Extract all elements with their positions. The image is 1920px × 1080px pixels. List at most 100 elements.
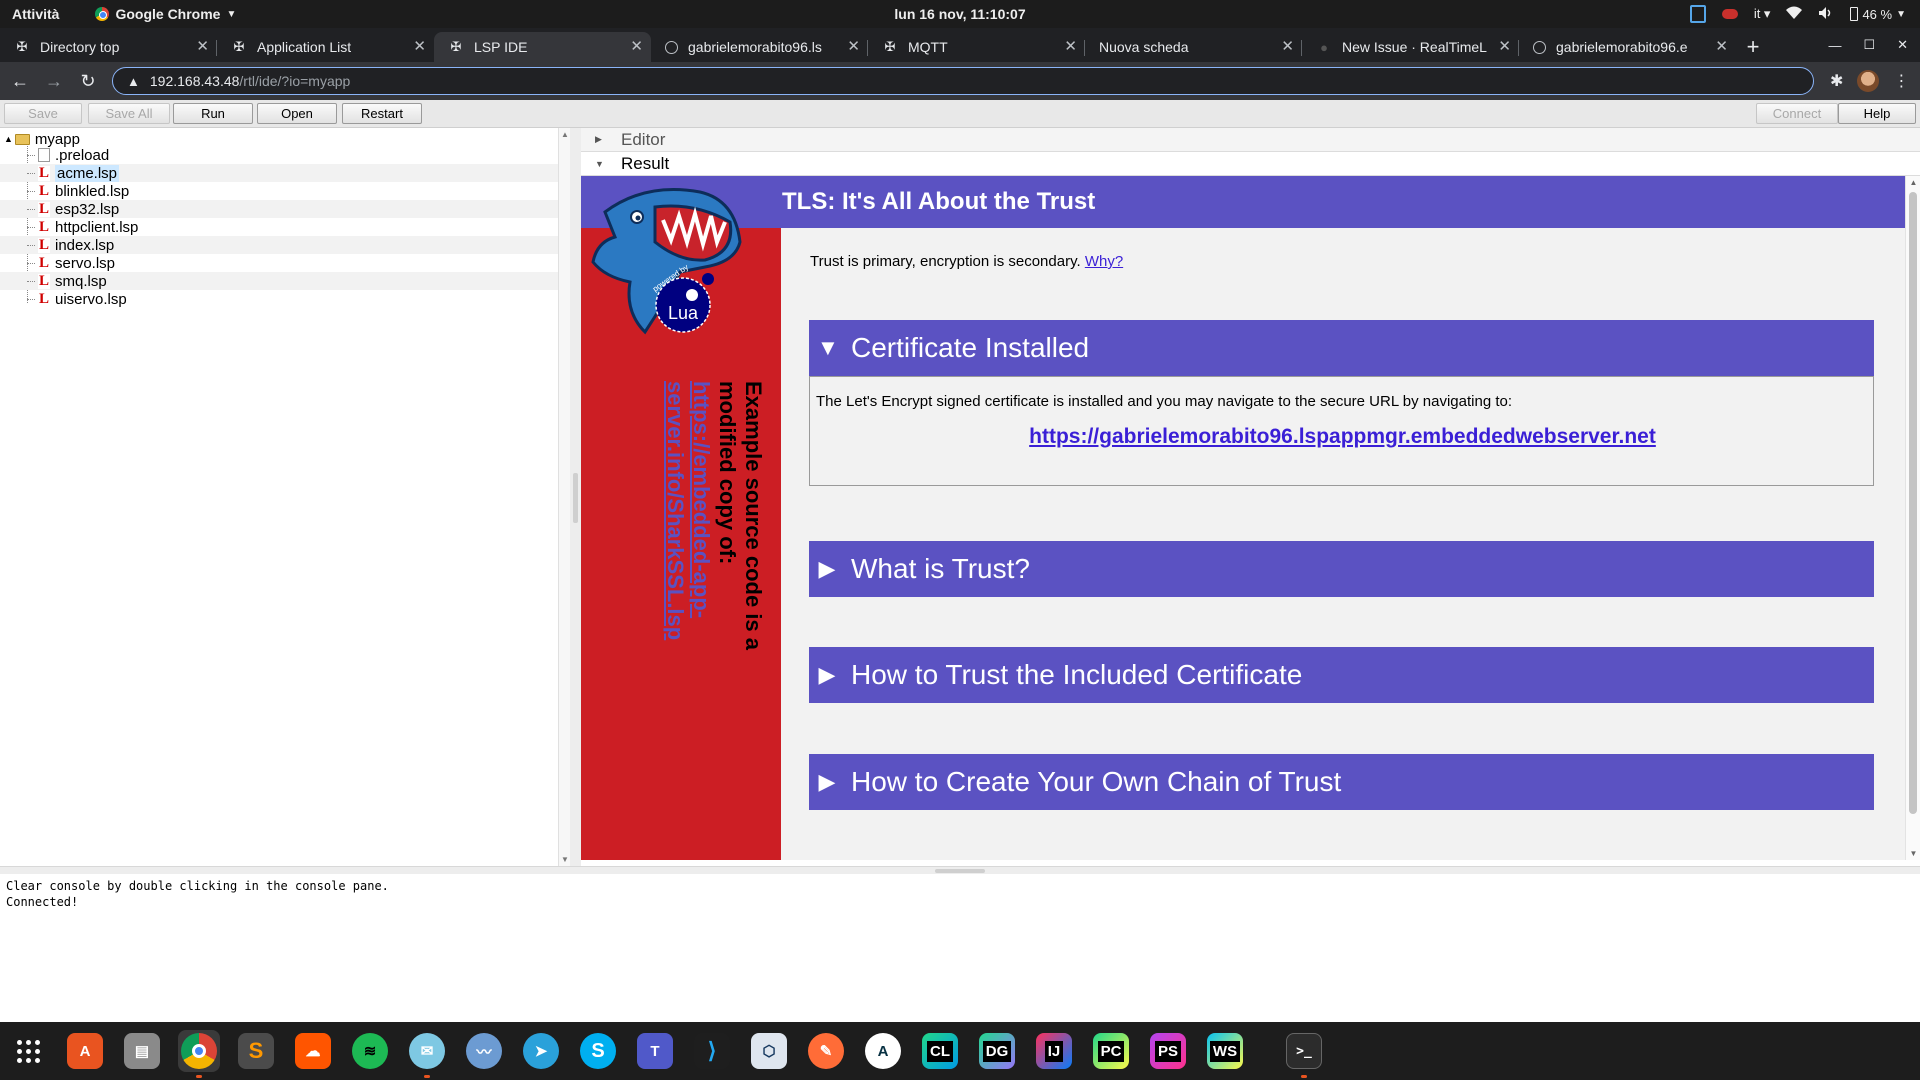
horizontal-splitter[interactable] bbox=[0, 866, 1920, 874]
dock-mustache[interactable]: 〰 bbox=[463, 1030, 505, 1072]
not-secure-icon[interactable]: ▲ bbox=[127, 74, 140, 89]
close-icon[interactable]: ✕ bbox=[1064, 37, 1077, 55]
battery-indicator[interactable]: 46 % ▼ bbox=[1850, 7, 1906, 22]
show-apps-button[interactable] bbox=[7, 1030, 49, 1072]
tab-new-issue[interactable]: ● New Issue · RealTimeL ✕ bbox=[1302, 32, 1519, 62]
tab-strip: ✠ Directory top ✕ ✠ Application List ✕ ✠… bbox=[0, 28, 1920, 62]
dock-android-studio[interactable]: A bbox=[862, 1030, 904, 1072]
dock-webstorm[interactable]: WS bbox=[1204, 1030, 1246, 1072]
tree-scrollbar[interactable]: ▲ ▼ bbox=[558, 128, 570, 866]
save-button[interactable]: Save bbox=[4, 103, 82, 124]
dock-software-center[interactable]: A bbox=[64, 1030, 106, 1072]
wifi-icon[interactable] bbox=[1786, 6, 1803, 23]
back-icon[interactable]: ← bbox=[6, 67, 34, 95]
scroll-down-icon[interactable]: ▼ bbox=[1908, 849, 1919, 858]
section-create-chain-of-trust[interactable]: ▶ How to Create Your Own Chain of Trust bbox=[809, 754, 1874, 810]
run-button[interactable]: Run bbox=[173, 103, 253, 124]
tree-item-httpclient-lsp[interactable]: L httpclient.lsp bbox=[38, 218, 138, 236]
dock-chrome[interactable] bbox=[178, 1030, 220, 1078]
dock: A ▤ S ☁ ≋ ✉ 〰 ➤ S T ⟩ ⬡ ✎ A CL DG IJ PC … bbox=[0, 1022, 1920, 1080]
result-pane-header[interactable]: ▼ Result bbox=[581, 152, 1920, 176]
close-icon[interactable]: ✕ bbox=[1498, 37, 1511, 55]
section-what-is-trust[interactable]: ▶ What is Trust? bbox=[809, 541, 1874, 597]
minimize-icon[interactable]: ― bbox=[1828, 38, 1841, 53]
expander-icon[interactable]: ▲ bbox=[4, 134, 13, 144]
close-icon[interactable]: ✕ bbox=[196, 37, 209, 55]
dock-mail[interactable]: ✉ bbox=[406, 1030, 448, 1078]
vertical-splitter[interactable] bbox=[570, 128, 581, 866]
extensions-icon[interactable]: ✱ bbox=[1830, 71, 1843, 91]
close-icon[interactable]: ✕ bbox=[413, 37, 426, 55]
scroll-thumb[interactable] bbox=[1909, 192, 1917, 814]
address-bar[interactable]: ▲ 192.168.43.48/rtl/ide/?io=myapp bbox=[112, 67, 1814, 95]
side-note-link[interactable]: https://embedded-app-server.info/SharkSS… bbox=[662, 381, 714, 681]
language-indicator[interactable]: it ▾ bbox=[1754, 6, 1771, 22]
dock-intellij[interactable]: IJ bbox=[1033, 1030, 1075, 1072]
restart-button[interactable]: Restart bbox=[342, 103, 422, 124]
tree-item-servo-lsp[interactable]: L servo.lsp bbox=[38, 254, 115, 272]
tab-nuova-scheda[interactable]: Nuova scheda ✕ bbox=[1085, 32, 1302, 62]
secure-url-link[interactable]: https://gabrielemorabito96.lspappmgr.emb… bbox=[810, 425, 1875, 449]
tree-item-smq-lsp[interactable]: L smq.lsp bbox=[38, 272, 107, 290]
tree-item-preload[interactable]: .preload bbox=[38, 146, 109, 164]
notes-icon[interactable] bbox=[1689, 5, 1706, 23]
record-icon[interactable] bbox=[1721, 9, 1738, 19]
tree-item-acme-lsp[interactable]: L acme.lsp bbox=[38, 164, 120, 182]
menu-icon[interactable]: ⋮ bbox=[1893, 71, 1909, 91]
new-tab-button[interactable]: + bbox=[1736, 32, 1770, 62]
dock-phpstorm[interactable]: PS bbox=[1147, 1030, 1189, 1072]
dock-clion[interactable]: CL bbox=[919, 1030, 961, 1072]
reload-icon[interactable]: ↻ bbox=[74, 67, 102, 95]
why-link[interactable]: Why? bbox=[1085, 253, 1123, 270]
help-button[interactable]: Help bbox=[1838, 103, 1916, 124]
close-icon[interactable]: ✕ bbox=[1281, 37, 1294, 55]
scroll-up-icon[interactable]: ▲ bbox=[560, 130, 570, 139]
scroll-up-icon[interactable]: ▲ bbox=[1908, 178, 1919, 187]
tree-item-index-lsp[interactable]: L index.lsp bbox=[38, 236, 114, 254]
dock-skype[interactable]: S bbox=[577, 1030, 619, 1072]
maximize-icon[interactable]: ☐ bbox=[1863, 37, 1875, 53]
dock-spotify[interactable]: ≋ bbox=[349, 1030, 391, 1072]
dock-telegram[interactable]: ➤ bbox=[520, 1030, 562, 1072]
tab-directory-top[interactable]: ✠ Directory top ✕ bbox=[0, 32, 217, 62]
close-icon[interactable]: ✕ bbox=[630, 37, 643, 55]
dock-soundcloud[interactable]: ☁ bbox=[292, 1030, 334, 1072]
app-menu[interactable]: Google Chrome ▼ bbox=[95, 6, 236, 22]
dock-sublime[interactable]: S bbox=[235, 1030, 277, 1072]
dock-files[interactable]: ▤ bbox=[121, 1030, 163, 1072]
open-button[interactable]: Open bbox=[257, 103, 337, 124]
forward-icon[interactable]: → bbox=[40, 67, 68, 95]
dock-vscode[interactable]: ⟩ bbox=[691, 1030, 733, 1072]
section-trust-included-certificate[interactable]: ▶ How to Trust the Included Certificate bbox=[809, 647, 1874, 703]
section-certificate-installed[interactable]: ▼ Certificate Installed bbox=[809, 320, 1874, 376]
connect-button[interactable]: Connect bbox=[1756, 103, 1838, 124]
dock-postman[interactable]: ✎ bbox=[805, 1030, 847, 1072]
editor-pane-header[interactable]: ▶ Editor bbox=[581, 128, 1920, 152]
trust-line: Trust is primary, encryption is secondar… bbox=[810, 253, 1123, 270]
tab-mqtt[interactable]: ✠ MQTT ✕ bbox=[868, 32, 1085, 62]
close-icon[interactable]: ✕ bbox=[847, 37, 860, 55]
close-window-icon[interactable]: ✕ bbox=[1897, 37, 1908, 53]
volume-icon[interactable] bbox=[1818, 6, 1834, 23]
dock-pycharm[interactable]: PC bbox=[1090, 1030, 1132, 1072]
tab-gabrielemorabito96-e[interactable]: gabrielemorabito96.e ✕ bbox=[1519, 32, 1736, 62]
tab-lsp-ide[interactable]: ✠ LSP IDE ✕ bbox=[434, 32, 651, 62]
activities-button[interactable]: Attività bbox=[12, 6, 59, 22]
result-scrollbar[interactable]: ▲ ▼ bbox=[1905, 176, 1920, 860]
dock-teams[interactable]: T bbox=[634, 1030, 676, 1072]
dock-datagrip[interactable]: DG bbox=[976, 1030, 1018, 1072]
scroll-down-icon[interactable]: ▼ bbox=[560, 855, 570, 864]
save-all-button[interactable]: Save All bbox=[88, 103, 170, 124]
tree-item-label: servo.lsp bbox=[55, 254, 116, 272]
tab-gabrielemorabito96-ls[interactable]: gabrielemorabito96.ls ✕ bbox=[651, 32, 868, 62]
tree-item-uiservo-lsp[interactable]: L uiservo.lsp bbox=[38, 290, 127, 308]
tab-application-list[interactable]: ✠ Application List ✕ bbox=[217, 32, 434, 62]
dock-terminal[interactable]: >_ bbox=[1283, 1030, 1325, 1078]
tree-item-esp32-lsp[interactable]: L esp32.lsp bbox=[38, 200, 119, 218]
virtualbox-icon: ⬡ bbox=[751, 1033, 787, 1069]
close-icon[interactable]: ✕ bbox=[1715, 37, 1728, 55]
console-pane[interactable]: Clear console by double clicking in the … bbox=[0, 874, 1920, 1022]
tree-item-blinkled-lsp[interactable]: L blinkled.lsp bbox=[38, 182, 129, 200]
avatar[interactable] bbox=[1857, 70, 1880, 92]
dock-virtualbox[interactable]: ⬡ bbox=[748, 1030, 790, 1072]
